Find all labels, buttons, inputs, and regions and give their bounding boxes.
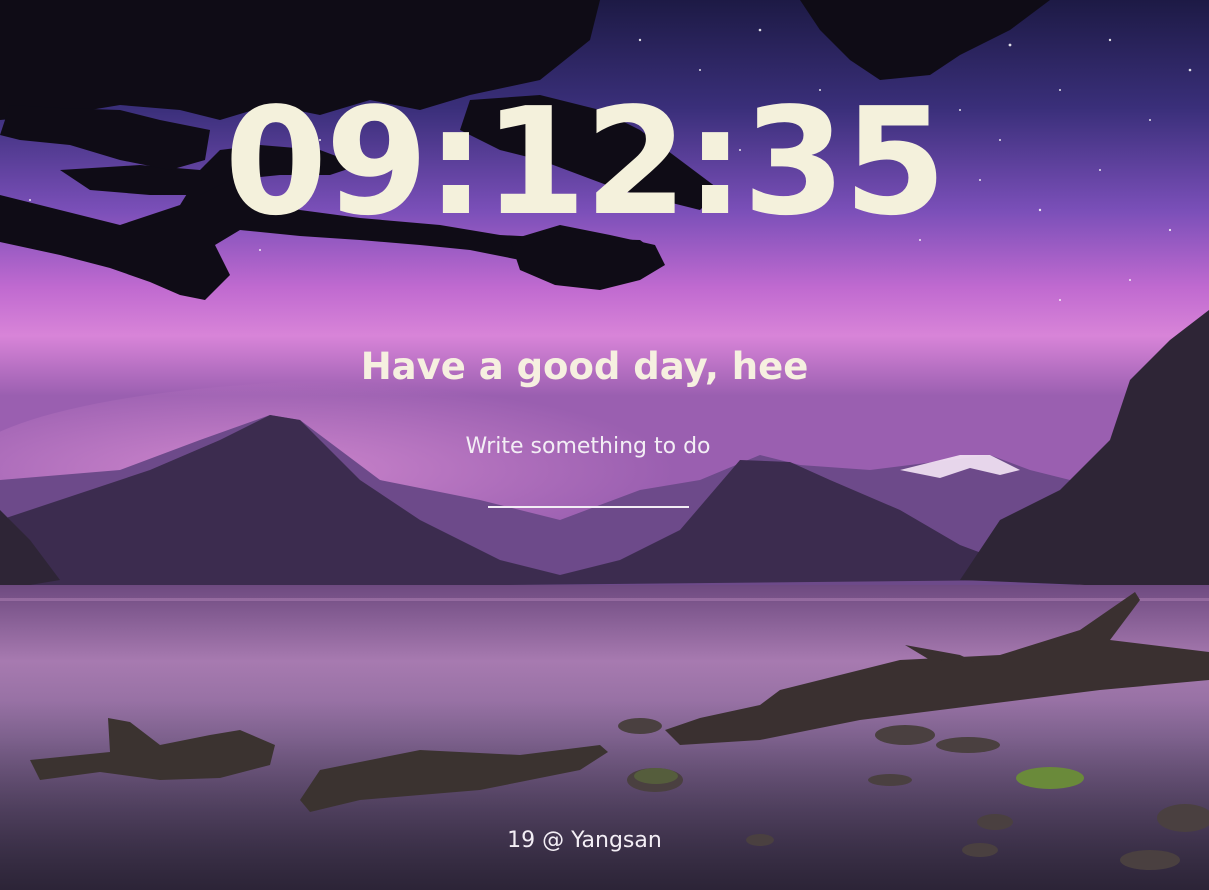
clock: 09:12:35 [224, 76, 946, 248]
greeting: Have a good day, hee [360, 345, 809, 388]
weather-location: 19 @ Yangsan [507, 828, 662, 853]
todo-input[interactable] [438, 428, 738, 464]
todo-input-underline [488, 506, 689, 508]
